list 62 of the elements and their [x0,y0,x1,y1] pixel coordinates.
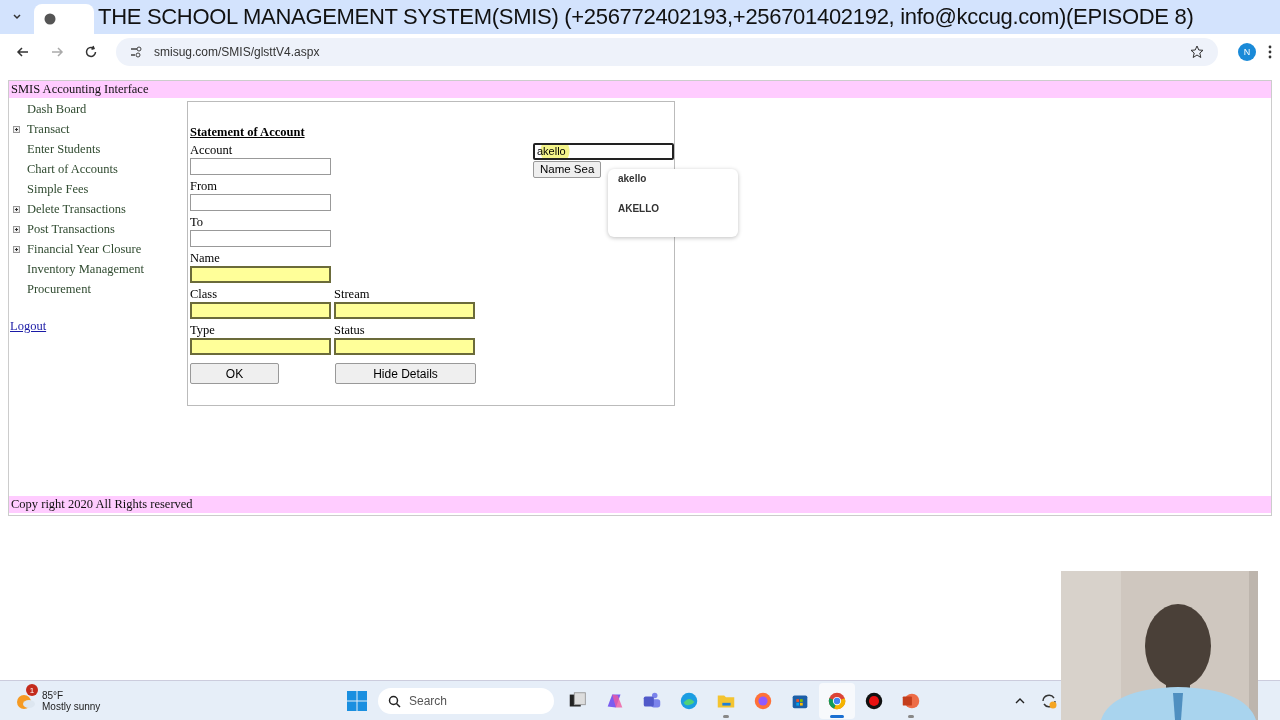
input-field[interactable] [190,266,331,283]
expand-plus-icon[interactable] [13,245,20,253]
back-arrow-icon [16,45,30,59]
notification-badge: 1 [26,684,38,696]
input-field[interactable] [190,338,331,355]
expand-plus-icon[interactable] [13,205,20,213]
field-label: Type [190,322,216,338]
input-field[interactable] [190,230,331,247]
input-field[interactable] [190,302,331,319]
sync-icon[interactable] [1040,692,1058,710]
field-label: Name [190,250,221,266]
field-label: Class [190,286,219,302]
form-title: Statement of Account [190,125,305,140]
sidebar-item[interactable]: Enter Students [9,139,187,159]
sidebar-item[interactable]: Financial Year Closure [9,239,187,259]
reload-icon [84,45,98,59]
expand-plus-icon[interactable] [13,225,20,233]
bookmark-star-icon[interactable] [1190,45,1204,59]
firefox-icon [752,690,774,712]
menu-icon[interactable] [1268,45,1272,59]
search-icon [388,694,401,708]
field-label: From [190,178,219,194]
field-label: To [190,214,204,230]
weather-condition: Mostly sunny [42,701,101,712]
sidebar-item[interactable]: Transact [9,119,187,139]
hide-details-button[interactable]: Hide Details [335,363,476,384]
page-header: SMIS Accounting Interface [9,81,1271,98]
windows-start-icon[interactable] [346,690,368,712]
site-settings-icon [130,46,142,58]
page-footer: Copy right 2020 All Rights reserved [9,496,1271,513]
suggestion-item[interactable]: akello [608,173,738,203]
input-field[interactable] [190,194,331,211]
field-label: Stream [334,286,371,302]
logout-link[interactable]: Logout [10,319,47,334]
sidebar-item[interactable]: Procurement [9,279,187,299]
edge-icon [678,690,700,712]
forward-arrow-icon [50,45,64,59]
input-field[interactable] [334,302,475,319]
ok-button[interactable]: OK [190,363,279,384]
field-label: Account [190,142,234,158]
taskbar-search-field[interactable]: Search [378,688,554,714]
chrome-icon [826,690,848,712]
browser-tab[interactable] [34,4,94,34]
sidebar-item[interactable]: Simple Fees [9,179,187,199]
sidebar-item[interactable]: Delete Transactions [9,199,187,219]
temperature: 85°F [42,690,65,701]
name-search-field[interactable]: akello [533,142,674,160]
input-field[interactable] [334,338,475,355]
name-search-button[interactable]: Name Sea [533,160,602,178]
sidebar-item[interactable]: Post Transactions [9,219,187,239]
suggestion-item[interactable]: AKELLO [608,203,738,233]
video-caption: THE SCHOOL MANAGEMENT SYSTEM(SMIS) (+256772402193,+256701402192, info@kccug.com)(EPISODE 8) [98,4,1194,30]
profile-avatar[interactable]: N [1238,43,1256,61]
expand-plus-icon[interactable] [13,125,20,133]
address-bar[interactable]: smisug.com/SMIS/glsttV4.aspx [116,38,1218,66]
sidebar-item[interactable]: Dash Board [9,99,187,119]
field-label: Status [334,322,366,338]
chevron-down-icon [12,12,22,22]
sidebar-item[interactable]: Chart of Accounts [9,159,187,179]
sidebar-item[interactable]: Inventory Management [9,259,187,279]
record-icon [863,690,885,712]
input-field[interactable] [190,158,331,175]
